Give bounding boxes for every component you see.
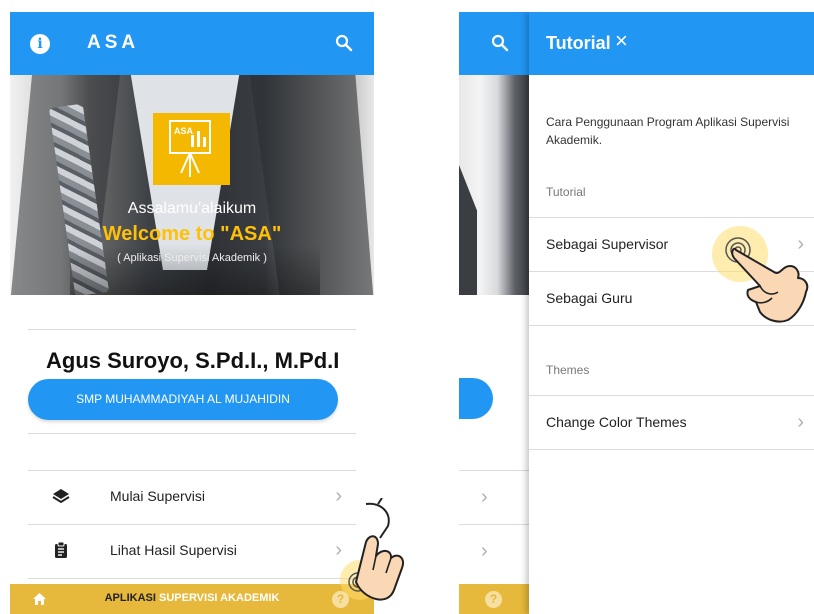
- pointing-hand-icon: [725, 237, 809, 323]
- app-title: ASA: [87, 32, 140, 53]
- school-button[interactable]: SMP MUHAMMADIYAH AL MUJAHIDIN: [28, 379, 338, 420]
- hero-greeting: Assalamu'alaikum: [127, 200, 257, 217]
- underlay-school-button: [459, 378, 493, 419]
- info-circle-icon[interactable]: i: [30, 34, 50, 54]
- hero-subtitle: ( Aplikasi Supervisi Akademik ): [117, 252, 267, 264]
- drawer-title: Tutorial: [546, 33, 611, 53]
- bottom-bar-title: APLIKASI SUPERVISI AKADEMIK: [10, 592, 374, 604]
- background-home-screen: › › ?: [459, 12, 529, 614]
- asa-logo: ASA: [153, 113, 230, 185]
- clipboard-icon: [55, 541, 67, 558]
- divider: [28, 329, 356, 330]
- bottom-bar-prefix: APLIKASI: [104, 592, 156, 604]
- section-heading-themes: Themes: [546, 363, 590, 377]
- drawer-item-label: Change Color Themes: [546, 414, 687, 430]
- search-icon: [491, 34, 509, 52]
- divider: [459, 524, 529, 525]
- menu-item-lihat-hasil-supervisi[interactable]: Lihat Hasil Supervisi ›: [28, 525, 356, 579]
- underlay-bottom-bar: ?: [459, 584, 529, 614]
- hero-welcome: Welcome to "ASA": [102, 223, 282, 245]
- close-icon[interactable]: ×: [615, 28, 628, 54]
- bottom-bar: APLIKASI SUPERVISI AKADEMIK ?: [10, 584, 374, 614]
- drawer-description: Cara Penggunaan Program Aplikasi Supervi…: [546, 115, 790, 147]
- search-icon[interactable]: [335, 34, 353, 52]
- menu-item-label: Mulai Supervisi: [110, 488, 205, 504]
- help-circle-icon: ?: [485, 591, 502, 608]
- section-heading-tutorial: Tutorial: [546, 185, 586, 199]
- divider: [28, 433, 356, 434]
- divider: [459, 470, 529, 471]
- user-name: Agus Suroyo, S.Pd.I., M.Pd.I: [46, 348, 340, 373]
- chevron-right-icon: ›: [481, 486, 488, 508]
- bottom-bar-highlight: SUPERVISI AKADEMIK: [158, 592, 280, 604]
- left-phone-screen: i ASA ASA Assalamu'alaikum Welcome to "A…: [10, 12, 374, 614]
- drawer-item-label: Sebagai Supervisor: [546, 236, 669, 252]
- chevron-right-icon: ›: [797, 411, 804, 433]
- chevron-right-icon: ›: [481, 540, 488, 562]
- menu-item-mulai-supervisi[interactable]: Mulai Supervisi ›: [28, 471, 356, 525]
- drawer-item-label: Sebagai Guru: [546, 290, 633, 306]
- pointing-hand-icon: [348, 498, 404, 601]
- logo-text: ASA: [174, 126, 194, 136]
- drawer-header: Tutorial ×: [529, 12, 814, 75]
- app-bar: i ASA: [10, 12, 374, 75]
- hero-banner: ASA Assalamu'alaikum Welcome to "ASA" ( …: [10, 75, 374, 295]
- underlay-hero: [459, 75, 529, 295]
- underlay-app-bar: [459, 12, 529, 75]
- layers-icon: [52, 489, 70, 504]
- drawer-item-change-color-themes[interactable]: Change Color Themes ›: [529, 396, 814, 450]
- menu-item-label: Lihat Hasil Supervisi: [110, 542, 237, 558]
